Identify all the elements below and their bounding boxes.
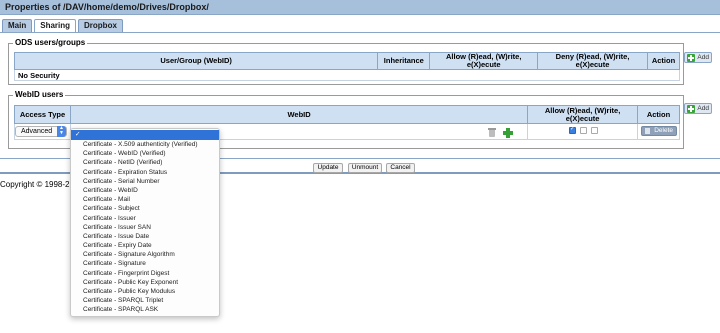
ods-add-button[interactable]: Add	[684, 52, 712, 63]
delete-label: Delete	[654, 127, 673, 134]
webid-users-legend: WebID users	[13, 90, 66, 100]
dropdown-option[interactable]: Certificate - Signature	[71, 259, 219, 268]
col-allow: Allow (R)ead, (W)rite, e(X)ecute	[429, 52, 539, 70]
dropdown-option[interactable]: Certificate - Issuer	[71, 214, 219, 223]
dropdown-option[interactable]: Certificate - SPARQL Triplet	[71, 296, 219, 305]
col-webid-action: Action	[637, 105, 680, 124]
dropdown-option-selected[interactable]: ✓	[71, 130, 219, 140]
allow-write-checkbox[interactable]	[580, 127, 587, 134]
dropdown-option[interactable]: Certificate - NetID (Verified)	[71, 158, 219, 167]
col-access-type: Access Type	[14, 105, 71, 124]
dropdown-option[interactable]: Certificate - X.509 authenticity (Verifi…	[71, 140, 219, 149]
dropdown-option[interactable]: Certificate - WebID (Verified)	[71, 149, 219, 158]
access-type-select[interactable]: Advanced ▲ ▼	[15, 126, 67, 137]
select-arrows-icon: ▲ ▼	[57, 126, 66, 137]
dropdown-option[interactable]: Certificate - Subject	[71, 204, 219, 213]
col-user-group: User/Group (WebID)	[13, 52, 379, 70]
tab-dropbox[interactable]: Dropbox	[78, 19, 123, 32]
dropdown-option[interactable]: Certificate - Expiry Date	[71, 241, 219, 250]
ods-add-label: Add	[697, 54, 709, 61]
dropdown-option[interactable]: Certificate - Public Key Exponent	[71, 278, 219, 287]
webid-add-button[interactable]: Add	[684, 103, 712, 114]
tab-divider	[0, 32, 720, 33]
webid-add-label: Add	[697, 105, 709, 112]
col-webid-allow: Allow (R)ead, (W)rite, e(X)ecute	[527, 105, 639, 124]
ods-users-table: User/Group (WebID) Inheritance Allow (R)…	[13, 52, 681, 81]
dropdown-option[interactable]: Certificate - Serial Number	[71, 177, 219, 186]
tab-main[interactable]: Main	[2, 19, 33, 32]
dropdown-option[interactable]: Certificate - Signature Algorithm	[71, 250, 219, 259]
window-title: Properties of /DAV/home/demo/Drives/Drop…	[0, 0, 720, 15]
copyright-text: Copyright © 1998-2	[0, 180, 70, 189]
cancel-button[interactable]: Cancel	[386, 163, 415, 173]
tab-strip: Main Sharing Dropbox	[0, 19, 125, 33]
col-action: Action	[646, 52, 681, 70]
ods-users-legend: ODS users/groups	[13, 38, 88, 48]
dropdown-option[interactable]: Certificate - SPARQL ASK	[71, 305, 219, 314]
col-inheritance: Inheritance	[377, 52, 431, 70]
trash-icon[interactable]	[488, 128, 496, 137]
allow-read-checkbox[interactable]	[569, 125, 576, 134]
update-button[interactable]: Update	[313, 163, 343, 173]
dropdown-option[interactable]: Certificate - Public Key Modulus	[71, 287, 219, 296]
add-row-icon[interactable]	[503, 128, 513, 138]
add-icon	[687, 54, 695, 62]
dropdown-option[interactable]: Certificate - Issue Date	[71, 232, 219, 241]
col-deny: Deny (R)ead, (W)rite, e(X)ecute	[537, 52, 648, 70]
col-webid: WebID	[69, 105, 529, 124]
access-type-value: Advanced	[21, 128, 53, 135]
dropdown-option[interactable]: Certificate - Issuer SAN	[71, 223, 219, 232]
allow-execute-checkbox[interactable]	[591, 127, 598, 134]
tab-sharing[interactable]: Sharing	[34, 19, 77, 33]
dropdown-option[interactable]: Certificate - Expiration Status	[71, 168, 219, 177]
unmount-button[interactable]: Unmount	[348, 163, 382, 173]
access-type-dropdown[interactable]: ✓ Certificate - X.509 authenticity (Veri…	[70, 128, 220, 317]
delete-icon	[645, 128, 650, 134]
dropdown-option[interactable]: Certificate - Fingerprint Digest	[71, 269, 219, 278]
add-icon	[687, 105, 695, 113]
delete-button[interactable]: Delete	[641, 126, 677, 136]
dropdown-option[interactable]: Certificate - Mail	[71, 195, 219, 204]
dropdown-options: Certificate - X.509 authenticity (Verifi…	[71, 140, 219, 315]
dropdown-option[interactable]: Certificate - WebID	[71, 186, 219, 195]
no-security-row: No Security	[14, 69, 680, 81]
